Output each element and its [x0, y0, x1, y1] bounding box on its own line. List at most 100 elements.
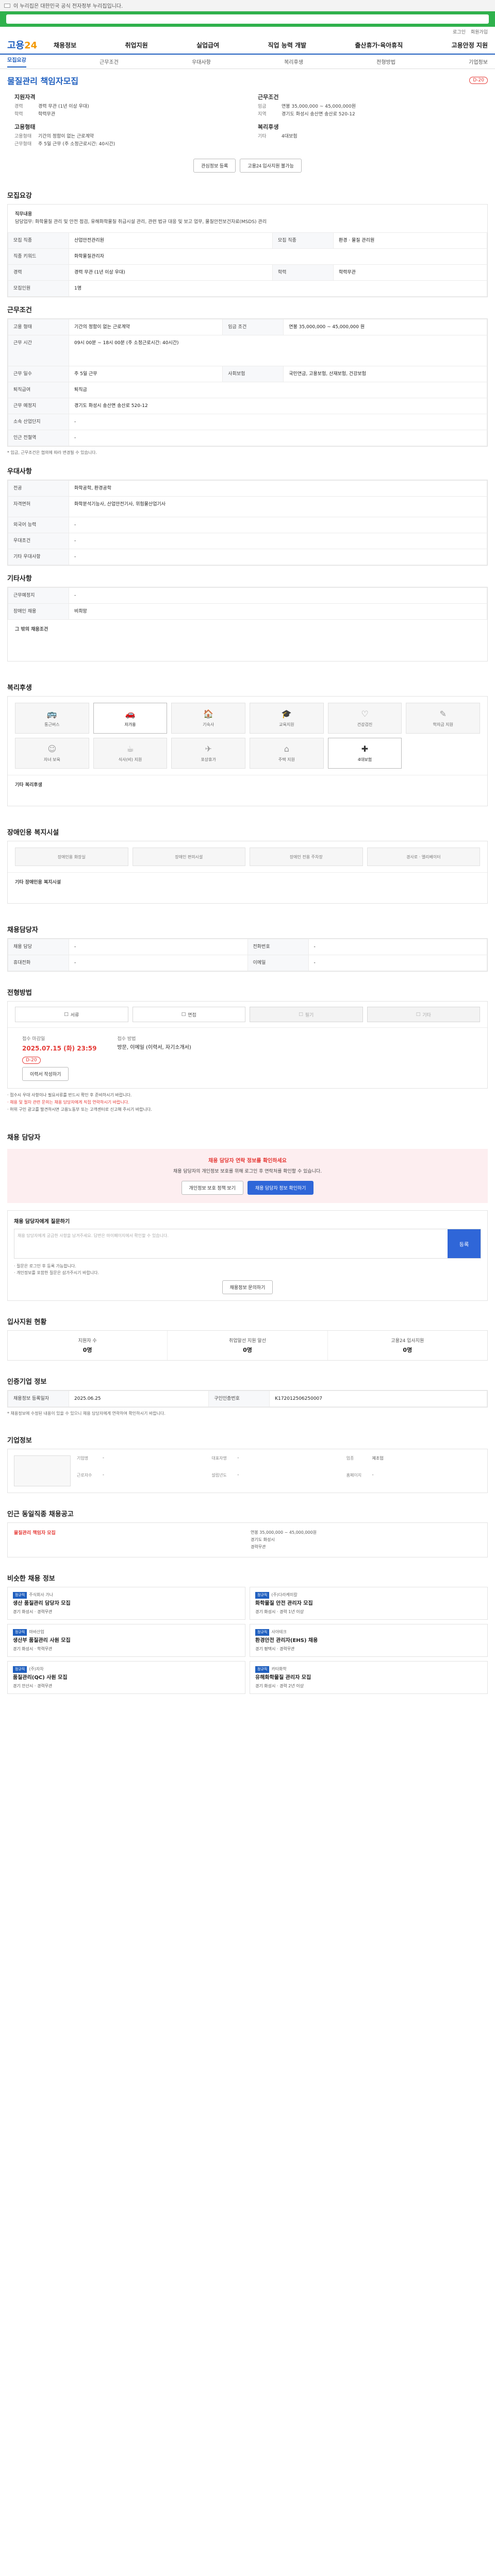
facility-item: 경사로 · 엘리베이터 — [367, 848, 480, 866]
welfare-icon: 🚌 — [46, 709, 57, 719]
apply-button[interactable]: 고용24 입사지원 불가능 — [240, 159, 302, 173]
welfare-label: 4대보험 — [357, 757, 372, 762]
job-title[interactable]: 환경안전 관리자(EHS) 채용 — [255, 1637, 482, 1644]
method-value: 방문, 이메일 (이력서, 자기소개서) — [117, 1045, 191, 1050]
step-etc: □ 기타 — [367, 1007, 480, 1022]
job-type-tag: 정규직 — [255, 1666, 270, 1673]
section-title: 모집요강 — [7, 192, 32, 200]
tab-welfare[interactable]: 복리후생 — [284, 58, 303, 65]
summary-head: 복리후생 — [258, 124, 279, 130]
facility-grid: 장애인용 화장실 장애인 편의시설 장애인 전용 주차장 경사로 · 엘리베이터 — [8, 841, 487, 872]
job-detail: 경기 화성시 · 학력무관 — [13, 1647, 53, 1651]
job-card[interactable]: 정규직 사아테크 환경안전 관리자(EHS) 채용 경기 평택시 · 경력무관 — [250, 1624, 488, 1657]
view-contact-button[interactable]: 채용 담당자 정보 확인하기 — [247, 1181, 314, 1195]
welfare-label: 건강검진 — [357, 722, 373, 727]
welfare-item: 🚌 통근버스 — [15, 703, 89, 734]
job-card[interactable]: 정규직 (주)자차 품질관리(QC) 사원 모집 경기 안산시 · 경력무관 — [7, 1661, 245, 1694]
job-type-tag: 정규직 — [13, 1629, 27, 1636]
gov-notice-text: 이 누리집은 대한민국 공식 전자정부 누리집입니다. — [13, 4, 123, 9]
welfare-item: ✈ 포상휴가 — [171, 738, 245, 769]
tab-prefer[interactable]: 우대사항 — [192, 58, 211, 65]
korea-flag-icon — [4, 3, 10, 8]
inquiry-button[interactable]: 채용정보 문의하기 — [222, 1280, 273, 1294]
job-type-tag: 정규직 — [255, 1592, 270, 1599]
facility-item: 장애인용 화장실 — [15, 848, 128, 866]
tab-company[interactable]: 기업정보 — [469, 58, 488, 65]
gnb-item[interactable]: 직업 능력 개발 — [268, 41, 306, 49]
section-title: 인증기업 정보 — [7, 1378, 47, 1386]
job-description: 직무내용 담당업무: 화학물질 관리 및 안전 점검, 유해화학물질 취급시설 … — [15, 212, 267, 225]
question-box: 채용 담당자에게 질문하기 채용 담당자에게 궁금한 사항을 남겨주세요. 답변… — [7, 1210, 488, 1301]
job-card[interactable]: 정규직 (주)다라케미칼 화학물질 안전 관리자 모집 경기 화성시 · 경력 1년 … — [250, 1587, 488, 1620]
welfare-label: 자가용 — [124, 722, 136, 727]
welfare-icon: ✈ — [205, 744, 212, 754]
meta-note: * 채용정보에 수정된 내용이 있을 수 있으니 채용 담당자에게 연락하여 확… — [7, 1411, 166, 1416]
section-title: 복리후생 — [7, 684, 32, 692]
util-links: 로그인 회원가입 — [0, 27, 495, 36]
gnb-item[interactable]: 채용정보 — [54, 41, 76, 49]
job-company: 주식회사 가나 — [29, 1592, 54, 1597]
job-card[interactable]: 정규직 주식회사 가나 생산 품질관리 담당자 모집 경기 화성시 · 경력무관 — [7, 1587, 245, 1620]
tab-process[interactable]: 전형방법 — [376, 58, 395, 65]
question-input[interactable]: 채용 담당자에게 궁금한 사항을 남겨주세요. 답변은 마이페이지에서 확인할 … — [14, 1229, 448, 1258]
welfare-item: ♡ 건강검진 — [327, 703, 402, 734]
job-company: 마바산업 — [29, 1630, 44, 1634]
resume-button[interactable]: 이력서 작성하기 — [22, 1067, 69, 1081]
welfare-item: 🏠 기숙사 — [171, 703, 245, 734]
job-company: 사아테크 — [271, 1630, 287, 1634]
work-table: 고용 형태 기간의 정함이 없는 근로계약 임금 조건 연봉 35,000,000 ~… — [8, 319, 487, 446]
welfare-item: ✎ 학자금 지원 — [406, 703, 480, 734]
welfare-icon: 🎓 — [281, 709, 292, 719]
dday-badge: D-20 — [469, 77, 488, 84]
job-type-tag: 정규직 — [13, 1592, 27, 1599]
gnb-item[interactable]: 출산휴가·육아휴직 — [355, 41, 403, 49]
section-title: 기업정보 — [7, 1437, 32, 1445]
section-title: 인근 동일직종 채용공고 — [7, 1511, 74, 1518]
similar-box: 물질관리 책임자 모집 연봉 35,000,000 ~ 45,000,000원 … — [7, 1522, 488, 1557]
welfare-label: 주택 지원 — [278, 757, 295, 762]
section-title: 장애인용 복지시설 — [7, 829, 59, 837]
facility-item: 장애인 편의시설 — [132, 848, 245, 866]
search-input[interactable] — [6, 14, 489, 24]
welfare-grid: 🚌 통근버스 🚗 자가용 🏠 기숙사 🎓 교육지원 ♡ 건강검진 ✎ 학자금 지원 ☺ 자녀 보육 ☕ 식사(… — [8, 697, 487, 775]
job-type-tag: 정규직 — [13, 1666, 27, 1673]
job-detail: 경기 화성시 · 경력 1년 이상 — [255, 1609, 304, 1614]
site-logo[interactable]: 고용24 — [7, 38, 54, 52]
gnb-item[interactable]: 고용안정 지원 — [452, 41, 488, 49]
step-interview: □ 면접 — [132, 1007, 245, 1022]
job-title[interactable]: 화학물질 안전 관리자 모집 — [255, 1600, 482, 1607]
question-submit-button[interactable]: 등록 — [448, 1229, 481, 1258]
welfare-icon: ✚ — [361, 744, 369, 754]
job-title[interactable]: 생산부 품질관리 사원 모집 — [13, 1637, 240, 1644]
gnb-item[interactable]: 취업지원 — [125, 41, 147, 49]
job-title[interactable]: 유해화학물질 관리자 모집 — [255, 1674, 482, 1681]
apply-stats: 지원자 수 0명 취업알선 지원 알선 0명 고용24 입사지원 0명 — [7, 1330, 488, 1361]
job-company: (주)자차 — [29, 1667, 44, 1671]
similar-title[interactable]: 물질관리 책임자 모집 — [14, 1529, 244, 1536]
facility-item: 장애인 전용 주차장 — [250, 848, 363, 866]
signup-link[interactable]: 회원가입 — [471, 28, 488, 35]
welfare-item: ☺ 자녀 보육 — [15, 738, 89, 769]
job-title[interactable]: 품질관리(QC) 사원 모집 — [13, 1674, 240, 1681]
welfare-label: 포상휴가 — [201, 757, 216, 762]
contact-table: 채용 담당 - 전화번호 - 휴대전화 - 이메일 - — [8, 939, 487, 971]
login-link[interactable]: 로그인 — [453, 28, 466, 35]
process-steps: □ 서류 □ 면접 □ 필기 □ 기타 — [8, 1002, 487, 1027]
gnb-item[interactable]: 실업급여 — [196, 41, 219, 49]
job-type-tag: 정규직 — [255, 1629, 270, 1636]
tab-work[interactable]: 근무조건 — [100, 58, 119, 65]
welfare-icon: 🏠 — [203, 709, 214, 719]
tab-recruit[interactable]: 모집요강 — [7, 56, 26, 67]
gov-notice-bar: 이 누리집은 대한민국 공식 전자정부 누리집입니다. — [0, 0, 495, 11]
scrap-button[interactable]: 관심정보 등록 — [193, 159, 236, 173]
welfare-item: ✚ 4대보험 — [327, 738, 402, 769]
welfare-icon: ♡ — [361, 709, 369, 719]
privacy-button[interactable]: 개인정보 보호 정책 보기 — [181, 1181, 243, 1195]
job-title[interactable]: 생산 품질관리 담당자 모집 — [13, 1600, 240, 1607]
job-card[interactable]: 정규직 카타화학 유해화학물질 관리자 모집 경기 화성시 · 경력 2년 이상 — [250, 1661, 488, 1694]
section-title: 채용 담당자 — [7, 1134, 41, 1142]
deadline-value: 2025.07.15 (화) 23:59 — [22, 1045, 97, 1052]
process-notes: · 접수시 우대 사항이나 필요서류를 반드시 확인 후 준비하시기 바랍니다.… — [7, 1093, 152, 1112]
job-card[interactable]: 정규직 마바산업생산부 품질관리 사원 모집경기 화성시 · 학력무관 — [7, 1624, 245, 1657]
company-logo — [14, 1455, 71, 1486]
